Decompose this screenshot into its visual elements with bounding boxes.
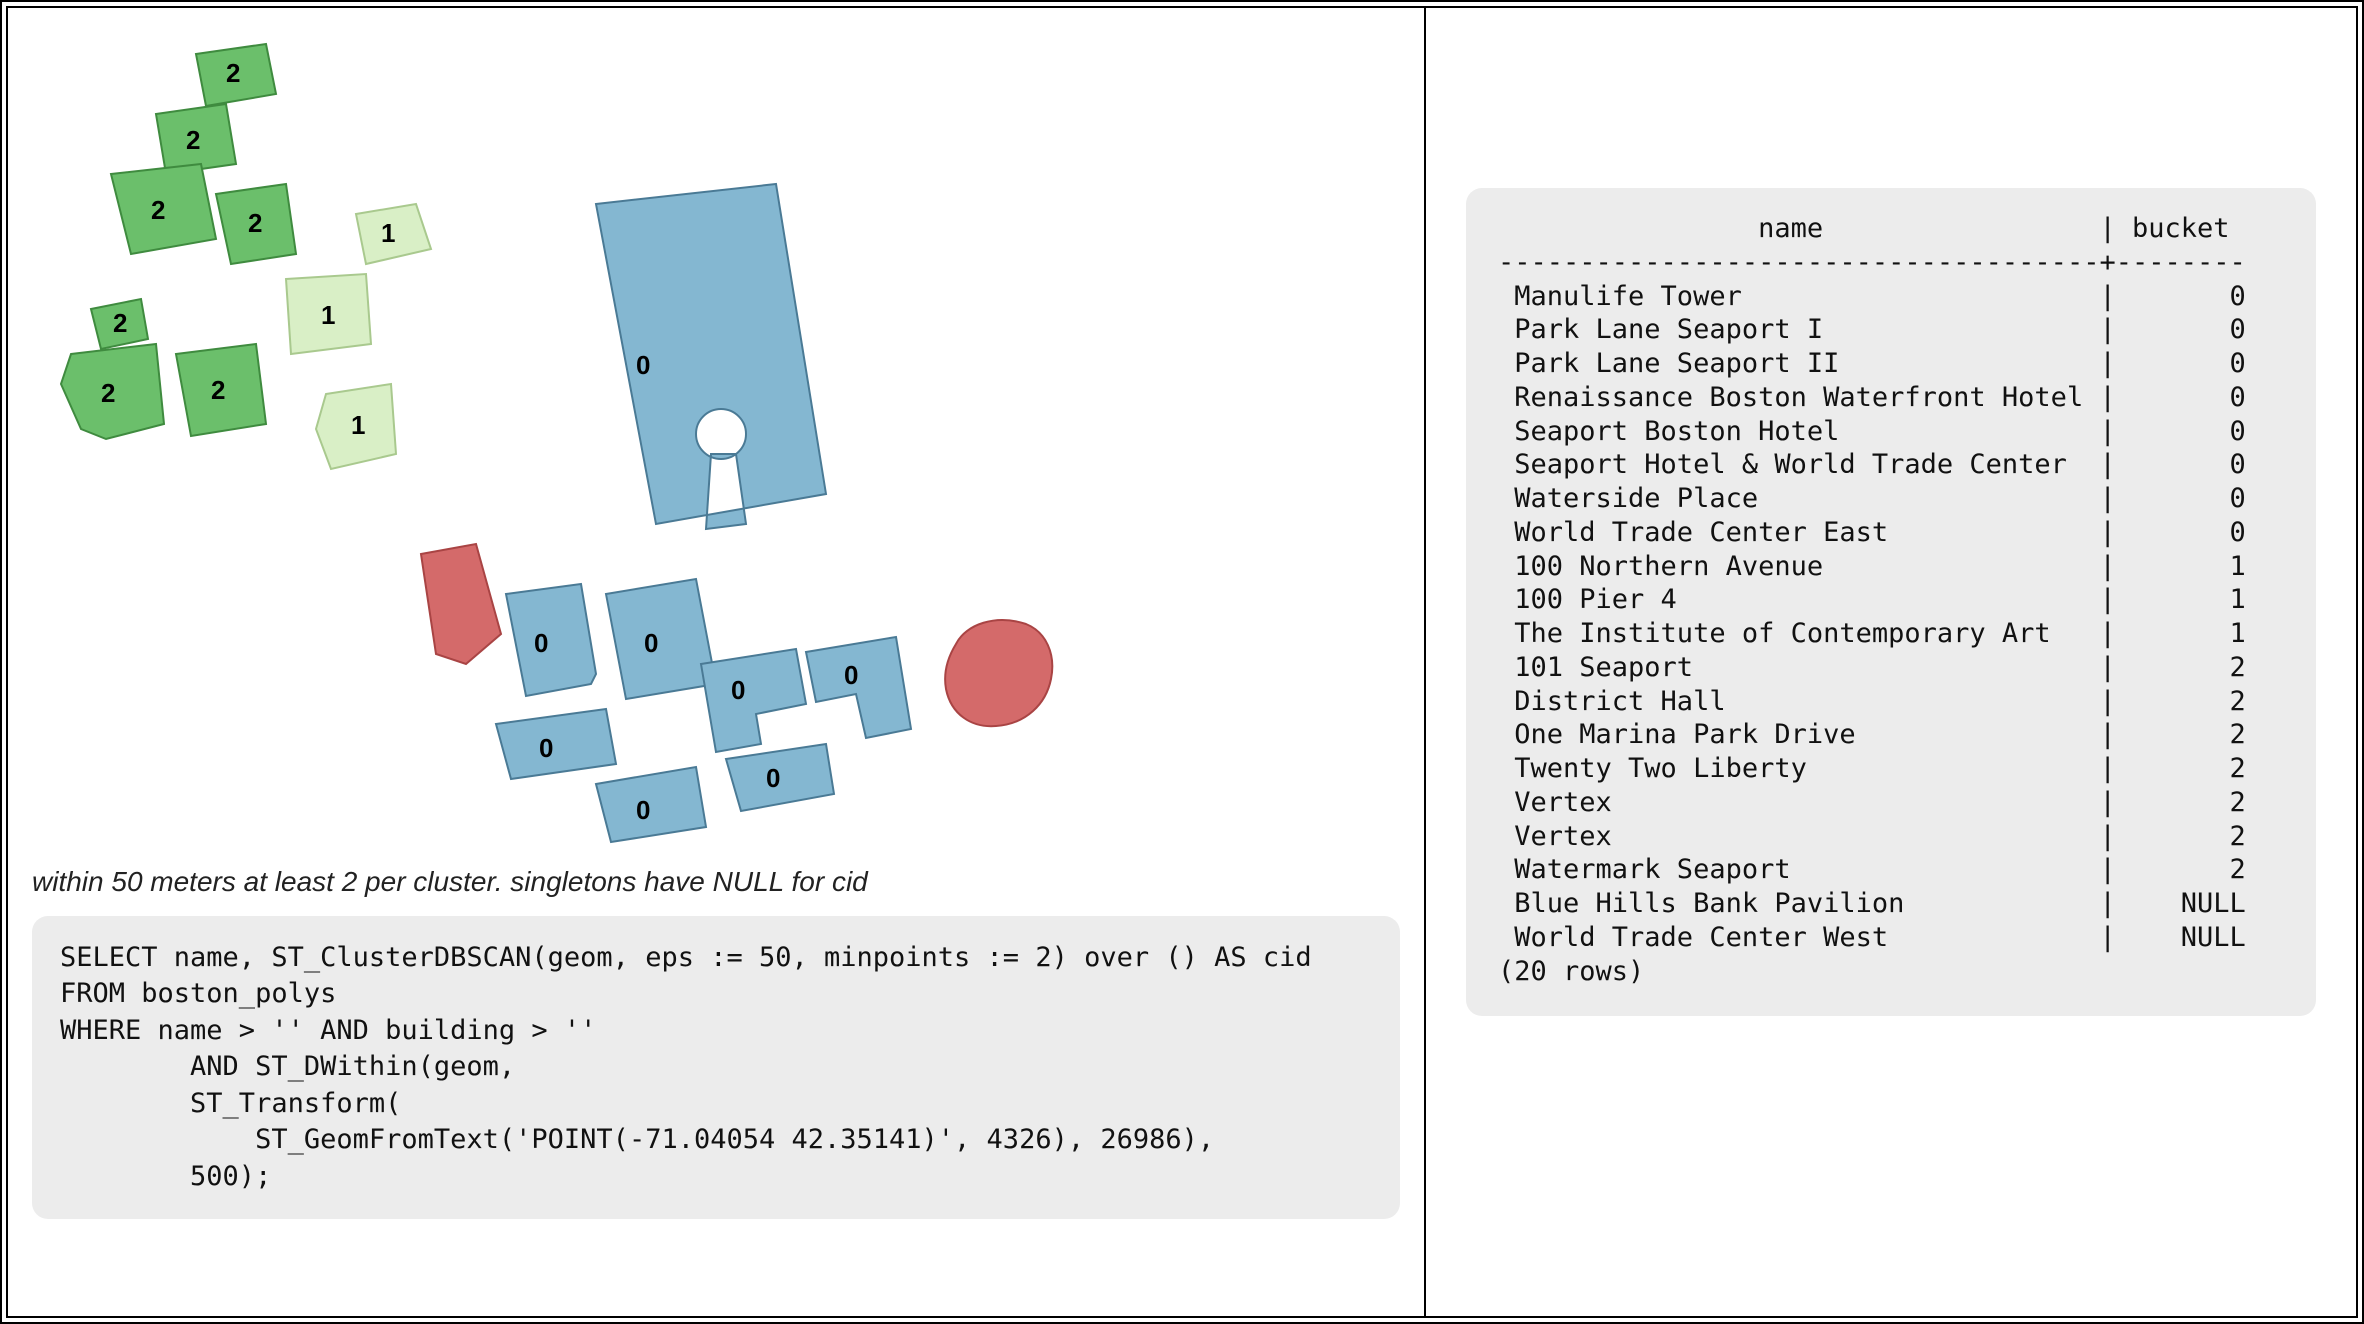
cluster-label: 1 (381, 218, 395, 248)
cluster-label: 2 (101, 378, 115, 408)
cluster0-shape (806, 637, 911, 738)
cluster0-shape (606, 579, 716, 699)
right-column: name | bucket --------------------------… (1426, 6, 2358, 1318)
cluster0-shape (496, 709, 616, 779)
cluster-label: 1 (351, 410, 365, 440)
page-container: 2 2 2 2 2 2 2 1 1 1 (0, 0, 2364, 1324)
cluster0-shape (701, 649, 806, 752)
cluster-label: 2 (151, 195, 165, 225)
left-column: 2 2 2 2 2 2 2 1 1 1 (6, 6, 1426, 1318)
cluster-label: 2 (211, 375, 225, 405)
query-result-block: name | bucket --------------------------… (1466, 188, 2316, 1016)
figure-caption: within 50 meters at least 2 per cluster.… (32, 866, 1400, 898)
cluster-map-figure: 2 2 2 2 2 2 2 1 1 1 (32, 24, 1400, 854)
cluster-label: 0 (731, 675, 745, 705)
noise-shape (421, 544, 501, 664)
cluster-label: 2 (113, 308, 127, 338)
cluster-label: 2 (226, 58, 240, 88)
cluster-1-group: 1 1 1 (286, 204, 431, 469)
cluster-label: 2 (248, 208, 262, 238)
noise-shape (945, 620, 1052, 726)
cluster-label: 0 (636, 350, 650, 380)
cluster0-shape (596, 767, 706, 842)
cluster-2-group: 2 2 2 2 2 2 2 (61, 44, 296, 439)
cluster-label: 0 (636, 795, 650, 825)
cluster-label: 0 (539, 733, 553, 763)
sql-code-block: SELECT name, ST_ClusterDBSCAN(geom, eps … (32, 916, 1400, 1219)
cluster-label: 1 (321, 300, 335, 330)
cluster0-shape (506, 584, 596, 696)
cluster0-shape (596, 184, 826, 529)
cluster-map-svg: 2 2 2 2 2 2 2 1 1 1 (32, 24, 1400, 854)
cluster-label: 0 (534, 628, 548, 658)
cluster-0-group: 0 0 0 0 0 0 0 0 (496, 184, 911, 842)
cluster-label: 0 (644, 628, 658, 658)
cluster-label: 0 (766, 763, 780, 793)
cluster-label: 2 (186, 125, 200, 155)
cluster-label: 0 (844, 660, 858, 690)
